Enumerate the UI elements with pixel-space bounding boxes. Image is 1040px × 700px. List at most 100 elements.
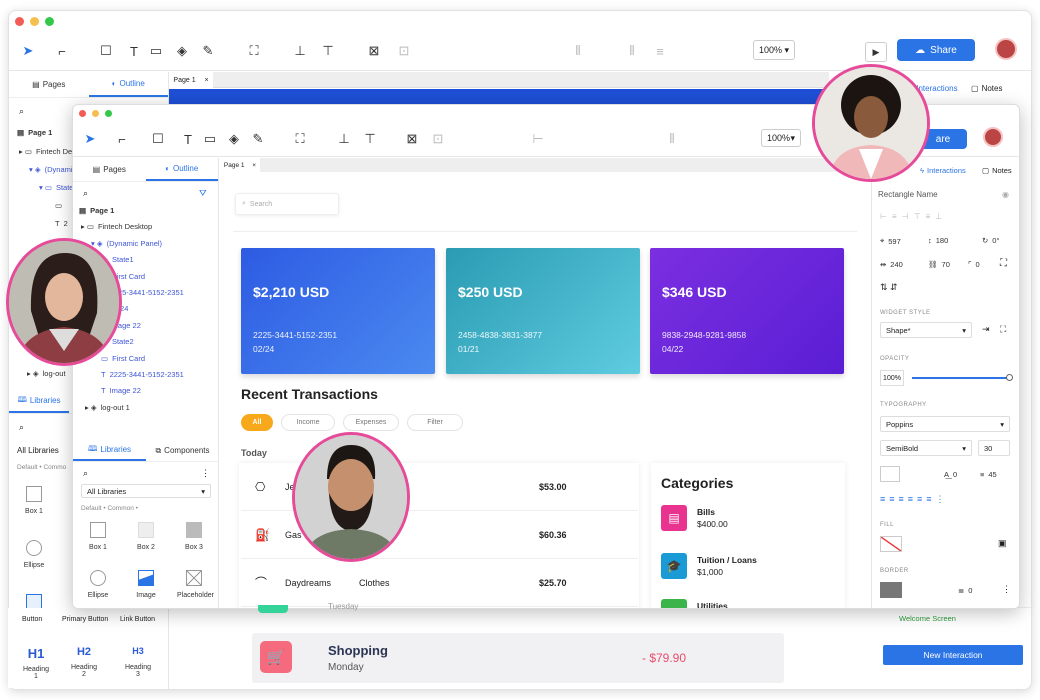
lib-ellipse[interactable]: Ellipse [81,570,115,599]
minimize-dot[interactable] [92,110,99,117]
opacity-slider[interactable] [912,377,1008,379]
user-avatar[interactable] [983,127,1003,147]
preview-play-icon[interactable]: ▶ [865,42,887,62]
filter-chip[interactable]: Expenses [343,414,399,431]
tab-interactions[interactable]: ϟInteractions [920,166,966,175]
category-item[interactable]: ▲ Utilities [661,599,841,608]
text-align-icons[interactable]: ≡≡≡≡≡≡⋮ [880,494,949,505]
lib-box1[interactable]: Box 1 [81,522,115,551]
group-icon[interactable]: ⊠ [365,42,383,60]
align-top-icon[interactable]: ⊤ [319,42,337,60]
frame-icon[interactable]: ⛶ [291,130,309,148]
layers-tool-icon[interactable]: ◈ [173,42,191,60]
participant-avatar-3[interactable] [292,432,410,562]
filter-icon[interactable]: ⛛ [199,188,207,199]
flip-icons[interactable]: ⇅ ⇵ [880,282,898,293]
x-field[interactable]: ⌖ 597 [880,236,901,246]
tree-item[interactable]: ▸ ▭ Fintech Desktop [81,222,152,231]
pointer-tool-icon[interactable]: ➤ [81,130,99,148]
shopping-transaction-row[interactable]: 🛒 Shopping Monday - $79.90 [252,633,784,683]
tab-pages[interactable]: ▤ Pages [73,158,146,181]
distribute-v-icon[interactable]: ⫴ [623,42,641,60]
height-field[interactable]: ⛓ 70 [928,260,950,269]
tree-item[interactable]: TImage 22 [101,386,141,395]
share-button[interactable]: ☁ Share [897,39,975,61]
opacity-field[interactable]: 100% [880,370,904,386]
fill-swatch[interactable] [880,536,902,552]
balance-card[interactable]: $250 USD 2458-4838-3831-3877 01/21 [446,248,640,374]
field-tool-icon[interactable]: ▭ [147,42,165,60]
balance-card[interactable]: $346 USD 9838-2948-9281-9858 04/22 [650,248,844,374]
widget-primary-button[interactable]: Primary Button [62,616,108,623]
tree-fintech[interactable]: ▸ ▭ Fintech De [19,147,72,156]
all-libraries-select[interactable]: All Libraries [17,446,59,455]
field-tool-icon[interactable]: ▭ [201,130,219,148]
border-swatch[interactable] [880,582,902,598]
widget-style-select[interactable]: Shape* ▾ [880,322,972,338]
text-tool-icon[interactable]: T [125,42,143,60]
search-icon[interactable]: ⌕ [83,188,88,199]
tab-notes[interactable]: ▢ Notes [982,166,1012,175]
ungroup-icon[interactable]: ⊡ [395,42,413,60]
close-dot[interactable] [15,17,24,26]
font-weight-select[interactable]: SemiBold ▾ [880,440,972,456]
fit-icon[interactable]: ⛶ [1000,258,1007,269]
width-field[interactable]: ⇹ 240 [880,260,903,269]
tree-state[interactable]: ▾ ▭ State [39,183,73,192]
align-top-icon[interactable]: ⊤ [361,130,379,148]
frame-icon[interactable]: ⛶ [245,42,263,60]
pen-tool-icon[interactable]: ✎ [199,42,217,60]
new-interaction-button[interactable]: New Interaction [883,645,1023,665]
stack-icon[interactable]: ≡ [651,42,669,60]
filter-chip[interactable]: All [241,414,273,431]
align-bottom-icon[interactable]: ⊥ [335,130,353,148]
text-tool-icon[interactable]: T [179,130,197,148]
library-search-icon[interactable]: ⌕ [19,422,24,433]
welcome-screen-link[interactable]: Welcome Screen [899,614,956,623]
corner-field[interactable]: ⌜ 0 [968,260,980,269]
lib-image[interactable]: Image [129,570,163,599]
tree-item[interactable]: ▾ ◈ (Dynamic Panel) [91,239,162,248]
search-input[interactable]: ⌕ Search [235,193,339,215]
filter-chip[interactable]: Filter [407,414,463,431]
tab-libraries[interactable]: 🕮 Libraries [9,390,69,413]
connector-tool-icon[interactable]: ⌐ [113,130,131,148]
rotation-field[interactable]: ↻ 0° [982,236,999,245]
tab-components[interactable]: ⧉ Components [146,440,219,461]
tree-item[interactable]: ▸ ◈ log-out 1 [85,403,130,412]
heading-2-widget[interactable]: H2 Heading 2 [70,646,98,678]
user-avatar[interactable] [995,38,1017,60]
lib-box2[interactable]: Box 2 [129,522,163,551]
maximize-dot[interactable] [105,110,112,117]
tree-page[interactable]: ▤ Page 1 [17,128,52,137]
tree-item[interactable]: T2225-3441-5152-2351 [101,370,184,379]
page-tab[interactable]: Page 1 × [220,158,260,172]
more-icon[interactable]: ⋮ [201,468,210,479]
category-item[interactable]: 🎓 Tuition / Loans $1,000 [661,553,841,581]
tab-outline[interactable]: ◐ Outline [88,72,168,97]
y-field[interactable]: ↕ 180 [928,236,948,245]
align-left-icon[interactable]: ⊢ [529,130,547,148]
lib-box3[interactable]: Box 3 [177,522,211,551]
tab-libraries[interactable]: 🕮 Libraries [73,440,146,461]
align-bottom-icon[interactable]: ⊥ [291,42,309,60]
font-size-field[interactable]: 30 [978,440,1010,456]
ungroup-icon[interactable]: ⊡ [429,130,447,148]
lib-ellipse[interactable]: Ellipse [19,540,49,569]
tab-notes[interactable]: ▢ Notes [971,77,1031,99]
tree-rect[interactable]: ▭ [55,201,62,210]
border-width-field[interactable]: ≣ 0 [958,586,972,595]
table-row[interactable]: ⌒ Daydreams Clothes $25.70 [241,559,638,607]
style-apply-icon[interactable]: ⇥ [982,324,990,335]
zoom-select[interactable]: 100% ▾ [753,40,795,60]
lib-box1[interactable]: Box 1 [19,486,49,515]
layers-tool-icon[interactable]: ◈ [225,130,243,148]
balance-card[interactable]: $2,210 USD 2225-3441-5152-2351 02/24 [241,248,435,374]
pen-tool-icon[interactable]: ✎ [249,130,267,148]
tree-item[interactable]: ▤ Page 1 [79,206,114,215]
more-icon[interactable]: ⋮ [1002,584,1011,595]
filter-chip[interactable]: Income [281,414,335,431]
widget-name-field[interactable]: Rectangle Name [878,190,938,199]
eye-icon[interactable]: ◉ [1002,190,1009,199]
tab-outline[interactable]: ◐ Outline [145,158,218,181]
